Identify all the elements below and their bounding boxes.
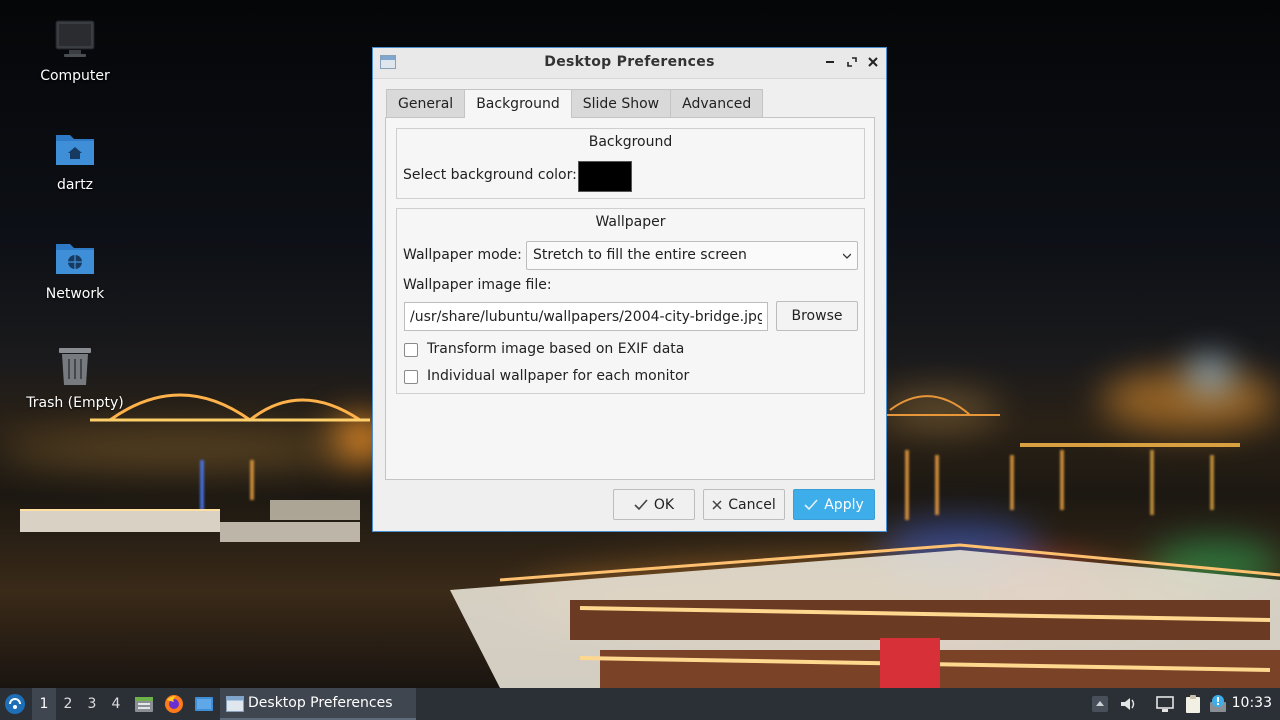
wallpaper-file-input[interactable]	[404, 302, 768, 331]
cancel-x-icon	[712, 499, 722, 510]
desktop-icon-network[interactable]: Network	[20, 236, 130, 302]
per-monitor-checkbox-label[interactable]: Individual wallpaper for each monitor	[427, 368, 689, 384]
small-boat	[20, 500, 360, 542]
chevron-down-icon	[843, 253, 851, 259]
per-monitor-checkbox[interactable]	[404, 370, 418, 384]
volume-icon	[1121, 698, 1135, 710]
checkmark-icon	[804, 498, 818, 510]
firefox-icon	[165, 695, 183, 713]
file-manager-icon	[135, 697, 153, 712]
maximize-button[interactable]	[842, 52, 862, 72]
desktop-icon-label: Trash (Empty)	[26, 395, 124, 411]
dialog-title: Desktop Preferences	[544, 54, 715, 70]
taskbar-window-desktop-preferences[interactable]: Desktop Preferences	[220, 688, 416, 720]
tab-advanced[interactable]: Advanced	[670, 89, 764, 117]
minimize-icon	[826, 61, 834, 63]
workspace-4[interactable]: 4	[104, 688, 128, 720]
exif-checkbox[interactable]	[404, 343, 418, 357]
tab-background[interactable]: Background	[464, 89, 572, 118]
home-folder-icon	[53, 127, 97, 171]
background-tab-panel: Background Select background color: Wall…	[385, 117, 875, 480]
network-wired-icon	[1156, 696, 1174, 712]
workspace-3[interactable]: 3	[80, 688, 104, 720]
apply-button-label: Apply	[824, 496, 864, 513]
background-group: Background Select background color:	[396, 128, 865, 199]
tab-general[interactable]: General	[386, 89, 466, 117]
computer-icon	[53, 18, 97, 62]
clipboard-tray-button[interactable]	[1183, 694, 1203, 714]
wallpaper-group-title: Wallpaper	[595, 214, 666, 230]
clock[interactable]: 10:33	[1232, 695, 1272, 711]
desktop-preferences-dialog: Desktop Preferences General Background S…	[372, 47, 887, 532]
window-app-icon	[226, 696, 244, 712]
ok-button[interactable]: OK	[613, 489, 695, 520]
desktop-icon-home-folder[interactable]: dartz	[20, 127, 130, 193]
tab-bar: General Background Slide Show Advanced	[386, 89, 764, 118]
update-notifier-button[interactable]	[1208, 694, 1228, 714]
ok-button-label: OK	[653, 496, 675, 513]
volume-button[interactable]	[1118, 694, 1138, 714]
trash-icon	[53, 345, 97, 389]
apply-button[interactable]: Apply	[793, 489, 875, 520]
network-folder-icon	[53, 236, 97, 280]
wallpaper-mode-select[interactable]: Stretch to fill the entire screen	[526, 241, 858, 270]
workspace-1[interactable]: 1	[32, 688, 56, 720]
wallpaper-mode-value: Stretch to fill the entire screen	[533, 247, 747, 263]
start-menu-button[interactable]	[4, 693, 26, 715]
background-color-button[interactable]	[578, 161, 632, 192]
wallpaper-file-label: Wallpaper image file:	[403, 277, 552, 293]
browse-button[interactable]: Browse	[776, 301, 858, 331]
desktop-icon-label: dartz	[56, 177, 94, 193]
cancel-button[interactable]: Cancel	[703, 489, 785, 520]
taskbar: 1 2 3 4 Desktop Preferences 10:33	[0, 688, 1280, 720]
clipboard-icon	[1186, 695, 1200, 713]
exif-checkbox-label[interactable]: Transform image based on EXIF data	[427, 341, 684, 357]
desktop-icon-computer[interactable]: Computer	[20, 18, 130, 84]
dialog-titlebar[interactable]: Desktop Preferences	[373, 48, 886, 79]
desktop-icon-label: Network	[45, 286, 105, 302]
file-manager-launcher[interactable]	[134, 694, 154, 714]
checkmark-icon	[634, 498, 648, 510]
taskbar-window-title: Desktop Preferences	[248, 695, 393, 711]
minimize-button[interactable]	[820, 52, 840, 72]
tray-expand-button[interactable]	[1090, 694, 1110, 714]
network-tray-button[interactable]	[1155, 694, 1175, 714]
show-desktop-icon	[195, 697, 213, 711]
close-button[interactable]	[863, 52, 883, 72]
riverboat	[450, 543, 1280, 688]
close-icon	[868, 57, 878, 67]
tab-slide-show[interactable]: Slide Show	[570, 89, 672, 117]
wallpaper-group: Wallpaper Wallpaper mode: Stretch to fil…	[396, 208, 865, 394]
background-color-label: Select background color:	[403, 167, 577, 183]
firefox-launcher[interactable]	[164, 694, 184, 714]
chevron-up-icon	[1092, 696, 1108, 712]
maximize-icon	[847, 57, 857, 67]
show-desktop-launcher[interactable]	[194, 694, 214, 714]
lubuntu-logo-icon	[5, 694, 25, 714]
cancel-button-label: Cancel	[728, 496, 776, 513]
wallpaper-mode-label: Wallpaper mode:	[403, 247, 522, 263]
desktop-icon-trash[interactable]: Trash (Empty)	[20, 345, 130, 411]
workspace-2[interactable]: 2	[56, 688, 80, 720]
update-notification-icon	[1210, 695, 1226, 712]
desktop-icon-label: Computer	[40, 68, 110, 84]
background-group-title: Background	[588, 134, 673, 150]
